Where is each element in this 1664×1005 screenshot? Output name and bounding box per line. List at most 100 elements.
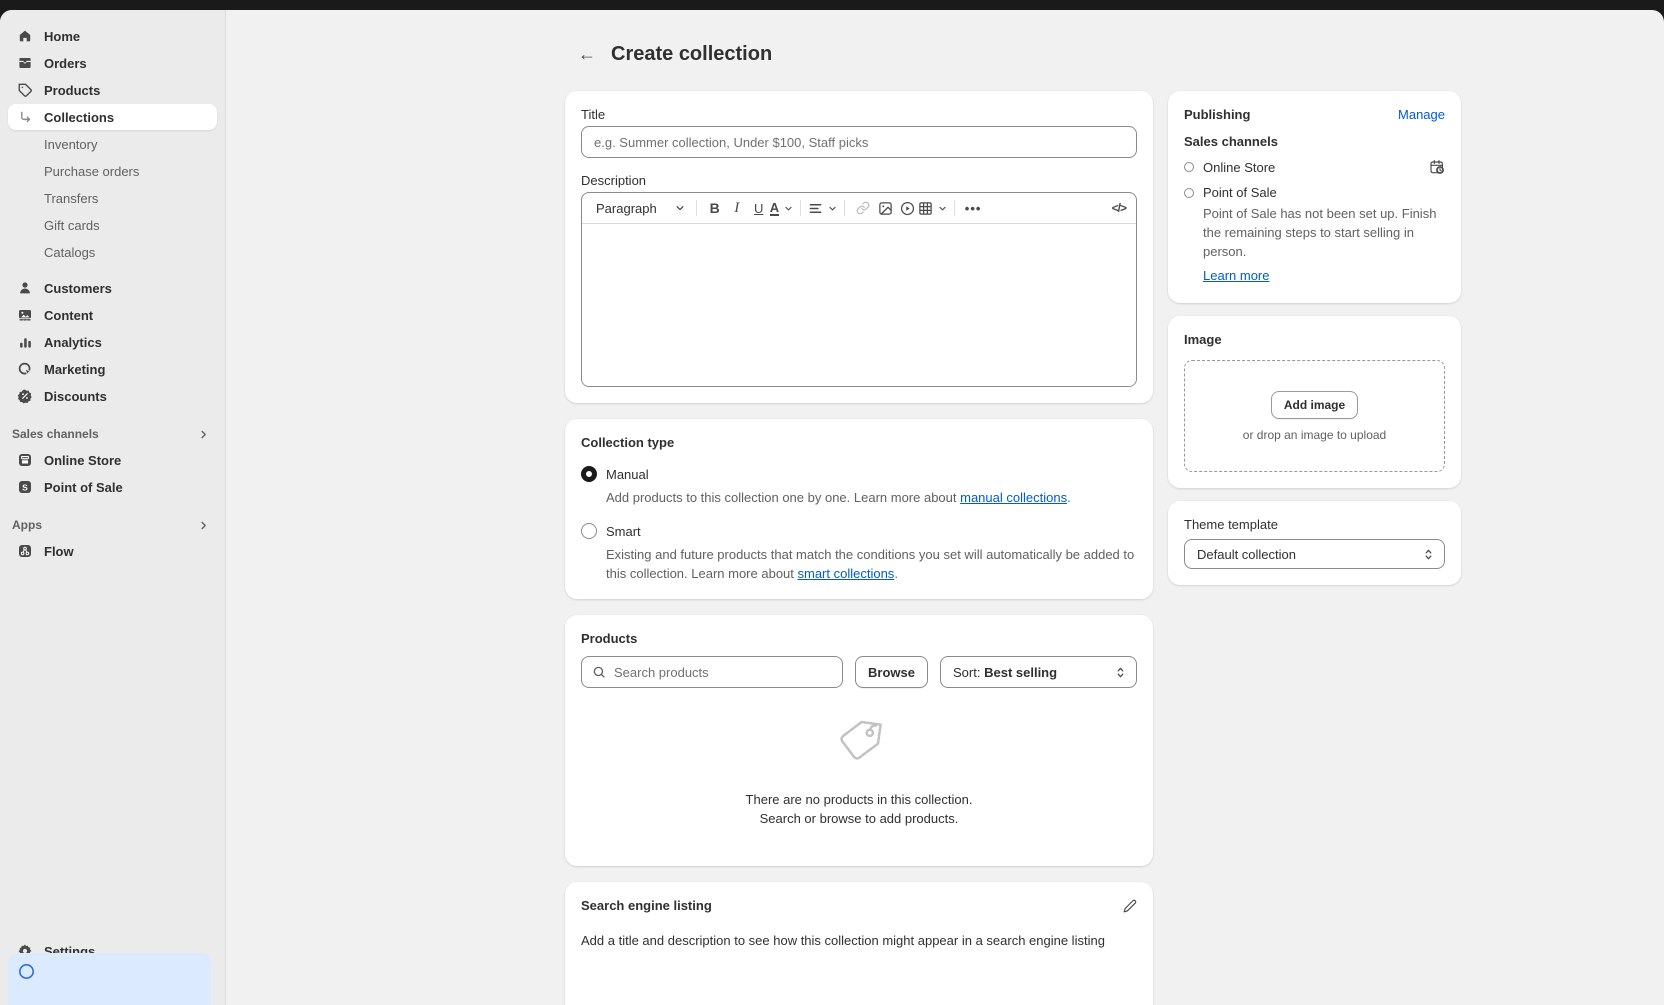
product-search-box xyxy=(581,656,843,688)
channel-row-online-store: Online Store xyxy=(1184,159,1445,175)
tag-empty-icon xyxy=(833,715,885,767)
sidebar-item-label: Analytics xyxy=(44,335,102,350)
back-button[interactable]: ← xyxy=(573,40,601,68)
show-html-button[interactable]: </> xyxy=(1112,201,1126,215)
sidebar-item-label: Customers xyxy=(44,281,112,296)
sidebar: Home Orders Products Collections Invento… xyxy=(0,10,226,1005)
smart-radio[interactable] xyxy=(581,523,597,539)
top-bar xyxy=(0,0,1664,10)
learn-more-link[interactable]: Learn more xyxy=(1203,268,1269,283)
sidebar-item-customers[interactable]: Customers xyxy=(8,275,217,301)
image-dropzone[interactable]: Add image or drop an image to upload xyxy=(1184,360,1445,472)
link-button[interactable] xyxy=(852,196,874,220)
manual-radio-row[interactable]: Manual xyxy=(581,466,1137,482)
bar-chart-icon xyxy=(16,333,34,351)
sales-channels-header[interactable]: Sales channels xyxy=(8,423,217,445)
caret-sort-icon xyxy=(1115,666,1126,679)
underline-button[interactable]: U xyxy=(748,196,770,220)
sidebar-item-content[interactable]: Content xyxy=(8,302,217,328)
bottom-notification-pill[interactable] xyxy=(8,953,211,1005)
title-description-card: Title Description Paragraph B I U xyxy=(565,91,1153,403)
title-input[interactable] xyxy=(581,126,1137,158)
toolbar-divider xyxy=(800,200,801,216)
sidebar-item-label: Home xyxy=(44,29,80,44)
sidebar-item-products[interactable]: Products xyxy=(8,77,217,103)
sort-select[interactable]: Sort: Best selling xyxy=(940,656,1137,688)
smart-collections-link[interactable]: smart collections xyxy=(798,566,895,581)
search-products-input[interactable] xyxy=(614,665,832,680)
manage-link[interactable]: Manage xyxy=(1398,107,1445,122)
empty-state-line2: Search or browse to add products. xyxy=(746,809,973,828)
sidebar-item-label: Online Store xyxy=(44,453,121,468)
pos-icon: S xyxy=(16,478,34,496)
products-empty-state: There are no products in this collection… xyxy=(581,688,1137,850)
sidebar-item-discounts[interactable]: Discounts xyxy=(8,383,217,409)
italic-button[interactable]: I xyxy=(726,196,748,220)
manual-collections-link[interactable]: manual collections xyxy=(960,490,1067,505)
channel-status-dot xyxy=(1184,162,1194,172)
sidebar-item-transfers[interactable]: Transfers xyxy=(8,185,217,211)
schedule-calendar-icon[interactable] xyxy=(1429,159,1445,175)
seo-heading: Search engine listing xyxy=(581,898,712,913)
storefront-icon xyxy=(16,451,34,469)
sidebar-item-catalogs[interactable]: Catalogs xyxy=(8,239,217,265)
theme-template-select[interactable]: Default collection xyxy=(1184,539,1445,569)
person-icon xyxy=(16,279,34,297)
chevron-right-icon xyxy=(198,520,209,531)
sidebar-item-purchase-orders[interactable]: Purchase orders xyxy=(8,158,217,184)
seo-description: Add a title and description to see how t… xyxy=(581,933,1137,948)
theme-template-label: Theme template xyxy=(1184,517,1445,532)
app-frame: Home Orders Products Collections Invento… xyxy=(0,10,1664,1005)
smart-radio-row[interactable]: Smart xyxy=(581,523,1137,539)
description-editor-area[interactable] xyxy=(582,224,1136,386)
add-image-button[interactable]: Add image xyxy=(1271,391,1358,419)
insert-table-button[interactable] xyxy=(918,196,947,220)
channel-status-dot xyxy=(1184,188,1194,198)
sidebar-item-online-store[interactable]: Online Store xyxy=(8,447,217,473)
seo-card: Search engine listing Add a title and de… xyxy=(565,882,1153,1005)
manual-radio[interactable] xyxy=(581,466,597,482)
bold-button[interactable]: B xyxy=(704,196,726,220)
edit-pencil-icon[interactable] xyxy=(1123,899,1137,913)
sidebar-item-inventory[interactable]: Inventory xyxy=(8,131,217,157)
sidebar-item-marketing[interactable]: Marketing xyxy=(8,356,217,382)
drop-hint-text: or drop an image to upload xyxy=(1243,428,1386,442)
info-circle-icon xyxy=(18,963,35,980)
browse-button[interactable]: Browse xyxy=(855,656,928,688)
sidebar-item-orders[interactable]: Orders xyxy=(8,50,217,76)
media-icon xyxy=(16,306,34,324)
page-header: ← Create collection xyxy=(226,10,1664,68)
chevron-down-icon xyxy=(828,204,837,213)
sidebar-item-label: Orders xyxy=(44,56,87,71)
text-color-button[interactable]: A xyxy=(770,196,793,220)
manual-description: Add products to this collection one by o… xyxy=(606,488,1136,507)
alignment-button[interactable] xyxy=(808,196,837,220)
sidebar-item-label: Discounts xyxy=(44,389,107,404)
nested-arrow-icon xyxy=(16,108,34,126)
toolbar-divider xyxy=(954,200,955,216)
apps-header[interactable]: Apps xyxy=(8,514,217,536)
more-formatting-button[interactable]: ••• xyxy=(962,196,984,220)
paragraph-style-select[interactable]: Paragraph xyxy=(596,201,689,216)
insert-video-button[interactable] xyxy=(896,196,918,220)
title-label: Title xyxy=(581,107,1137,122)
sidebar-item-collections[interactable]: Collections xyxy=(8,104,217,130)
sidebar-item-flow[interactable]: Flow xyxy=(8,538,217,564)
sidebar-item-gift-cards[interactable]: Gift cards xyxy=(8,212,217,238)
sidebar-item-home[interactable]: Home xyxy=(8,23,217,49)
chevron-down-icon xyxy=(784,204,793,213)
sidebar-item-analytics[interactable]: Analytics xyxy=(8,329,217,355)
publishing-card: Publishing Manage Sales channels Online … xyxy=(1168,91,1461,303)
channel-row-point-of-sale: Point of Sale xyxy=(1184,185,1445,200)
orders-icon xyxy=(16,54,34,72)
chevron-down-icon xyxy=(675,203,685,213)
caret-sort-icon xyxy=(1423,548,1434,561)
target-icon xyxy=(16,360,34,378)
toolbar-divider xyxy=(844,200,845,216)
sidebar-item-point-of-sale[interactable]: S Point of Sale xyxy=(8,474,217,500)
collection-type-card: Collection type Manual Add products to t… xyxy=(565,419,1153,599)
arrow-left-icon: ← xyxy=(578,44,596,65)
toolbar-divider xyxy=(696,200,697,216)
insert-image-button[interactable] xyxy=(874,196,896,220)
products-card: Products Browse Sort: Best selling xyxy=(565,615,1153,866)
